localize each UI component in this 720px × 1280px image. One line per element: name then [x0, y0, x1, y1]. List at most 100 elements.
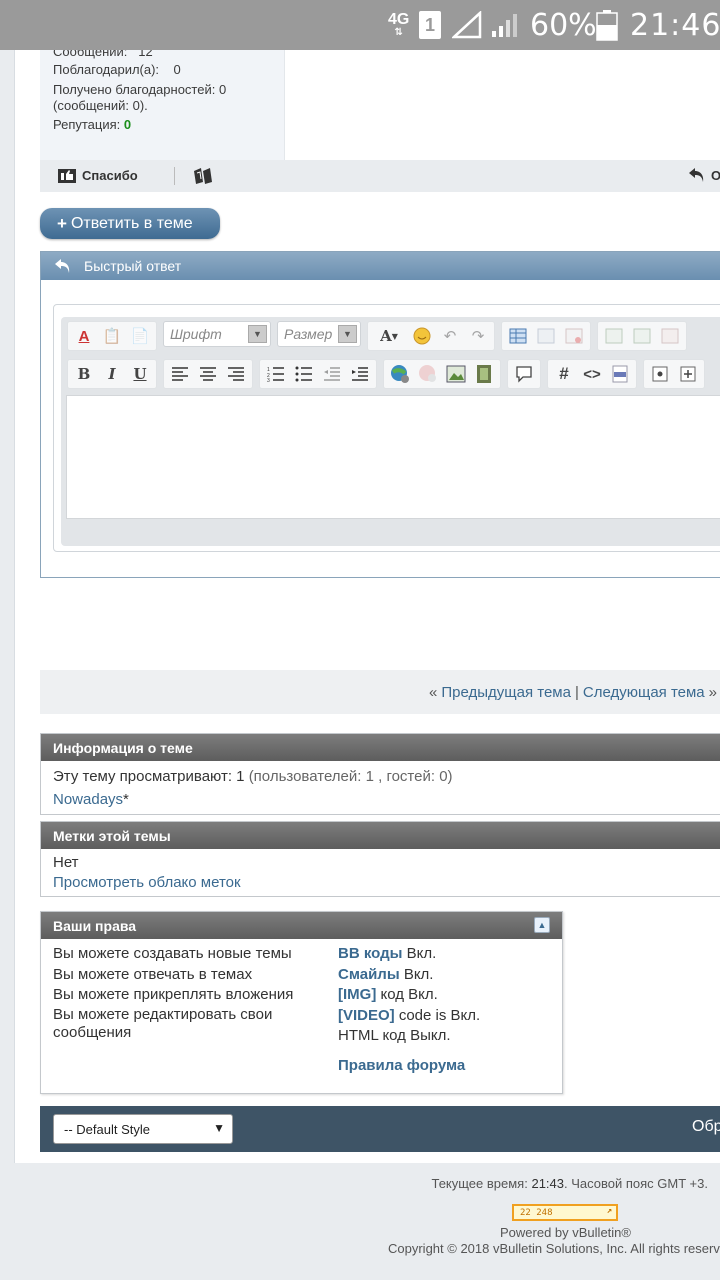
smilies-setting: Смайлы Вкл. — [338, 965, 434, 983]
permissions-title: Ваши права — [53, 917, 137, 934]
ordered-list-icon[interactable]: 123 — [264, 363, 288, 385]
table-delete-icon[interactable] — [562, 325, 586, 347]
quote-icon[interactable] — [512, 363, 536, 385]
battery-percent: 60% — [530, 7, 597, 43]
bold-icon[interactable]: B — [72, 363, 96, 385]
paste-text-icon[interactable]: 📄 — [128, 325, 152, 347]
editor-container: A 📋 📄 Шрифт ▼ Размер ▼ A ▼ ↶ ↷ B I U 1 2… — [61, 317, 720, 546]
code-icon[interactable]: <> — [580, 363, 604, 385]
align-left-icon[interactable] — [168, 363, 192, 385]
sim-number: 1 — [419, 11, 441, 39]
editor-frame: A 📋 📄 Шрифт ▼ Размер ▼ A ▼ ↶ ↷ B I U 1 2… — [53, 304, 720, 552]
permission-item: Вы можете отвечать в темах — [53, 965, 253, 983]
paste-icon[interactable]: 📋 — [100, 325, 124, 347]
hashtag-icon[interactable]: # — [552, 363, 576, 385]
remove-link-icon[interactable] — [416, 363, 440, 385]
sim-icon: 1 — [419, 0, 441, 50]
signal-strength-icon — [490, 0, 520, 50]
quick-reply-title: Быстрый ответ — [84, 258, 182, 274]
reply-label: Ответ — [711, 167, 720, 183]
reply-post-button[interactable]: Ответ — [688, 167, 720, 183]
previous-thread-link[interactable]: Предыдущая тема — [441, 684, 571, 701]
text-color-icon[interactable]: A ▼ — [372, 325, 406, 347]
dropdown-arrow-icon: ▼ — [338, 325, 357, 343]
remove-format-icon[interactable]: A — [72, 325, 96, 347]
table-column-icon[interactable] — [602, 325, 626, 347]
received-posts: (сообщений: 0). — [53, 98, 148, 113]
status-bar: 4G ⇅ 1 60% 21:46 — [0, 0, 720, 50]
multi-quote-icon[interactable] — [192, 167, 214, 190]
permission-item: Вы можете редактировать свои сообщения — [53, 1005, 273, 1041]
page-footer: Текущее время: 21:43. Часовой пояс GMT +… — [0, 1163, 720, 1280]
source-group — [643, 359, 705, 389]
footer-feedback-link[interactable]: Обр — [692, 1118, 720, 1136]
table-row-icon[interactable] — [534, 325, 558, 347]
thread-info-block: Информация о теме Эту тему просматривают… — [40, 733, 720, 815]
align-center-icon[interactable] — [196, 363, 220, 385]
thread-info-title: Информация о теме — [41, 734, 720, 761]
italic-icon[interactable]: I — [100, 363, 124, 385]
user-link[interactable]: Nowadays — [53, 791, 123, 808]
text-style-group: B I U — [67, 359, 157, 389]
collapse-icon[interactable]: ▲ — [534, 917, 550, 933]
forum-page-card: Сообщений: 12 Поблагодарил(а): 0 Получен… — [14, 0, 720, 1163]
insert-image-icon[interactable] — [444, 363, 468, 385]
video-code-link[interactable]: [VIDEO] — [338, 1007, 395, 1024]
reply-arrow-icon — [55, 259, 70, 273]
unordered-list-icon[interactable] — [292, 363, 316, 385]
tags-body: Нет Просмотреть облако меток — [41, 849, 720, 897]
smilies-link[interactable]: Смайлы — [338, 966, 400, 983]
visitor-counter[interactable]: 22 248 ↗ — [512, 1204, 618, 1221]
forum-rules-link[interactable]: Правила форума — [338, 1057, 465, 1074]
table-split-icon[interactable] — [658, 325, 682, 347]
svg-text:3: 3 — [267, 378, 270, 382]
insert-link-icon[interactable] — [388, 363, 412, 385]
smiley-icon[interactable] — [410, 325, 434, 347]
table-icon[interactable] — [506, 325, 530, 347]
align-right-icon[interactable] — [224, 363, 248, 385]
expand-editor-icon[interactable] — [676, 363, 700, 385]
img-code-link[interactable]: [IMG] — [338, 986, 376, 1003]
size-select-label: Размер — [284, 326, 333, 342]
font-select[interactable]: Шрифт ▼ — [163, 321, 271, 347]
network-type: 4G — [388, 11, 410, 28]
dropdown-arrow-icon: ▼ — [213, 1121, 225, 1135]
permissions-block: Ваши права ▲ Вы можете создавать новые т… — [40, 911, 563, 1094]
insert-media-group — [383, 359, 501, 389]
footer-bar: -- Default Style ▼ Обр — [40, 1106, 720, 1152]
style-chooser-select[interactable]: -- Default Style ▼ — [53, 1114, 233, 1144]
next-thread-link[interactable]: Следующая тема — [583, 684, 705, 701]
data-arrows-icon: ⇅ — [394, 27, 403, 38]
source-mode-icon[interactable] — [648, 363, 672, 385]
php-code-icon[interactable] — [608, 363, 632, 385]
size-select[interactable]: Размер ▼ — [277, 321, 361, 347]
redo-icon[interactable]: ↷ — [466, 325, 490, 347]
insert-video-icon[interactable] — [472, 363, 496, 385]
tags-title: Метки этой темы — [41, 822, 720, 849]
permissions-list: Вы можете создавать новые темы Вы можете… — [53, 944, 323, 1042]
thanks-label: Спасибо — [82, 167, 138, 183]
reply-in-thread-button[interactable]: + Ответить в теме — [40, 208, 220, 239]
undo-icon[interactable]: ↶ — [438, 325, 462, 347]
message-textarea[interactable] — [66, 395, 720, 519]
powered-by: Powered by vBulletin® — [500, 1225, 631, 1240]
underline-icon[interactable]: U — [128, 363, 152, 385]
permission-item: Вы можете создавать новые темы — [53, 945, 292, 962]
dropdown-arrow-icon: ▼ — [248, 325, 267, 343]
outdent-icon[interactable] — [320, 363, 344, 385]
bb-codes-link[interactable]: BB коды — [338, 945, 402, 962]
table-extra-group — [597, 321, 687, 351]
signal-empty-icon — [452, 0, 482, 50]
viewer-user: Nowadays* — [53, 791, 129, 808]
current-time-line: Текущее время: 21:43. Часовой пояс GMT +… — [431, 1176, 708, 1191]
font-select-label: Шрифт — [170, 326, 222, 342]
battery-icon — [596, 0, 618, 50]
thanks-button[interactable]: Спасибо — [58, 167, 138, 183]
reply-arrow-icon — [689, 168, 704, 182]
reputation: Репутация: 0 — [53, 117, 132, 132]
tag-cloud-link[interactable]: Просмотреть облако меток — [53, 874, 241, 891]
received-thanks: Получено благодарностей: 0 — [53, 82, 227, 97]
table-merge-icon[interactable] — [630, 325, 654, 347]
copyright: Copyright © 2018 vBulletin Solutions, In… — [388, 1241, 720, 1256]
indent-icon[interactable] — [348, 363, 372, 385]
